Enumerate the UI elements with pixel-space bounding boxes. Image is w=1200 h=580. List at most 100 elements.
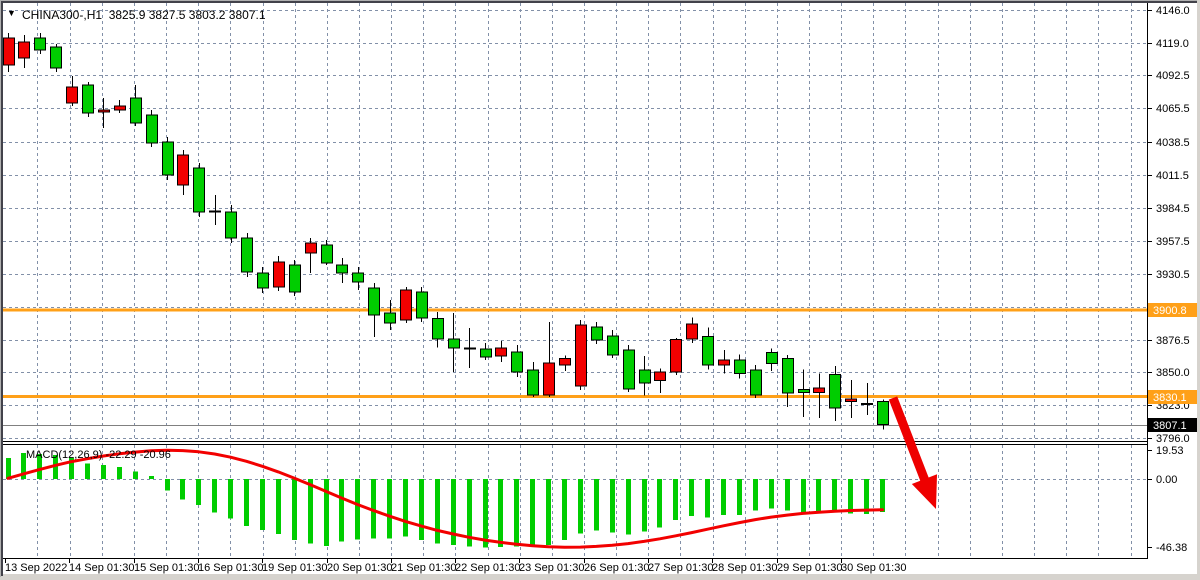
candle — [290, 260, 301, 296]
time-axis[interactable]: 13 Sep 202214 Sep 01:3015 Sep 01:3016 Se… — [5, 559, 906, 574]
time-axis-line — [3, 558, 1147, 559]
candle-body — [353, 273, 364, 282]
candle-body — [274, 262, 285, 287]
candle-body — [369, 288, 380, 315]
price-axis-tick — [1148, 405, 1152, 406]
price-axis-tick — [1148, 438, 1152, 439]
price-axis-label: 4065.5 — [1156, 103, 1190, 115]
candle-body — [306, 243, 317, 253]
bid-badge-text: 3807.1 — [1153, 420, 1187, 432]
macd-axis-tick — [1148, 450, 1152, 451]
date-label: 15 Sep 01:30 — [134, 562, 199, 574]
candle-body — [592, 327, 603, 340]
level-price-badge: 3900.8 — [1148, 303, 1197, 317]
macd-histogram-bar — [546, 479, 551, 545]
price-axis-tick — [1148, 43, 1152, 44]
candle-body — [178, 155, 189, 185]
candle-body — [4, 38, 15, 65]
candle — [401, 287, 412, 323]
macd-histogram-bar — [180, 479, 185, 499]
candle-body — [703, 337, 714, 365]
macd-histogram-bar — [292, 479, 297, 540]
candle-body — [67, 87, 78, 103]
candle — [51, 44, 62, 72]
candle-body — [878, 402, 889, 425]
macd-histogram-bar — [276, 479, 281, 534]
candle-body — [608, 336, 619, 355]
candle-body — [210, 211, 221, 212]
candle-body — [242, 238, 253, 272]
candle-body — [814, 388, 825, 392]
candle — [242, 233, 253, 277]
chart-canvas[interactable]: 13 Sep 202214 Sep 01:3015 Sep 01:3016 Se… — [0, 0, 1200, 580]
candle — [751, 365, 762, 398]
candle-body — [385, 313, 396, 323]
candle-body — [337, 265, 348, 273]
macd-histogram-bar — [530, 479, 535, 546]
candle-body — [767, 353, 778, 364]
macd-histogram-bar — [721, 479, 726, 515]
candle-body — [846, 399, 857, 401]
macd-axis-tick — [1148, 547, 1152, 548]
candle-body — [544, 363, 555, 395]
price-axis-label: 3796.0 — [1156, 433, 1190, 445]
macd-histogram-bar — [769, 479, 774, 508]
candle — [878, 400, 889, 430]
candle-body — [640, 370, 651, 383]
candle — [163, 137, 174, 180]
symbol-title-overlay: CHINA300-,H1 3825.9 3827.5 3803.2 3807.1 — [22, 8, 266, 22]
price-axis-label: 4119.0 — [1156, 38, 1189, 50]
macd-histogram-bar — [101, 465, 106, 479]
macd-histogram-bar — [689, 479, 694, 516]
macd-histogram-bar — [355, 479, 360, 539]
macd-histogram-bar — [562, 479, 567, 540]
macd-histogram-bar — [133, 472, 138, 479]
price-axis-tick — [1148, 241, 1152, 242]
candle-body — [624, 350, 635, 389]
macd-histogram-bar — [673, 479, 678, 520]
candle-body — [671, 340, 682, 372]
macd-histogram-bar — [880, 479, 885, 512]
candle-body — [512, 352, 523, 372]
macd-histogram-bar — [737, 479, 742, 515]
panel-separator-bottom[interactable] — [3, 444, 1147, 445]
candle-body — [560, 359, 571, 365]
price-axis-label: 4011.5 — [1156, 170, 1189, 182]
candle-body — [481, 349, 492, 357]
chart-menu-icon[interactable]: ▼ — [7, 8, 16, 18]
macd-histogram-bar — [339, 479, 344, 542]
candle — [576, 320, 587, 390]
candle-body — [51, 47, 62, 68]
macd-histogram-bar — [308, 479, 313, 543]
macd-histogram-bar — [435, 479, 440, 543]
candle-body — [226, 212, 237, 238]
bid-price-badge: 3807.1 — [1148, 418, 1197, 432]
price-axis-tick — [1148, 175, 1152, 176]
candle-body — [576, 325, 587, 386]
date-label: 14 Sep 01:30 — [69, 562, 134, 574]
price-axis-tick — [1148, 10, 1152, 11]
macd-histogram-bar — [642, 479, 647, 532]
candle-body — [417, 292, 428, 318]
date-label: 13 Sep 2022 — [5, 562, 67, 574]
candle — [83, 82, 94, 117]
macd-histogram-bar — [419, 479, 424, 540]
macd-histogram-bar — [260, 479, 265, 530]
level-badge-text: 3900.8 — [1153, 305, 1187, 317]
macd-histogram-bar — [626, 479, 631, 534]
price-axis-label: 3850.0 — [1156, 367, 1190, 379]
macd-histogram-bar — [657, 479, 662, 527]
date-label: 26 Sep 01:30 — [584, 562, 649, 574]
price-axis-label: 3930.5 — [1156, 269, 1190, 281]
macd-histogram-bar — [801, 479, 806, 513]
candle-body — [799, 389, 810, 392]
frame-edge-top — [0, 1, 1200, 3]
candle-body — [655, 372, 666, 381]
macd-histogram-bar — [785, 479, 790, 511]
price-axis-tick — [1148, 340, 1152, 341]
date-label: 23 Sep 01:30 — [519, 562, 584, 574]
level-price-badge: 3830.1 — [1148, 390, 1197, 404]
macd-histogram-bar — [594, 479, 599, 531]
price-axis-tick — [1148, 108, 1152, 109]
date-label: 19 Sep 01:30 — [262, 562, 327, 574]
